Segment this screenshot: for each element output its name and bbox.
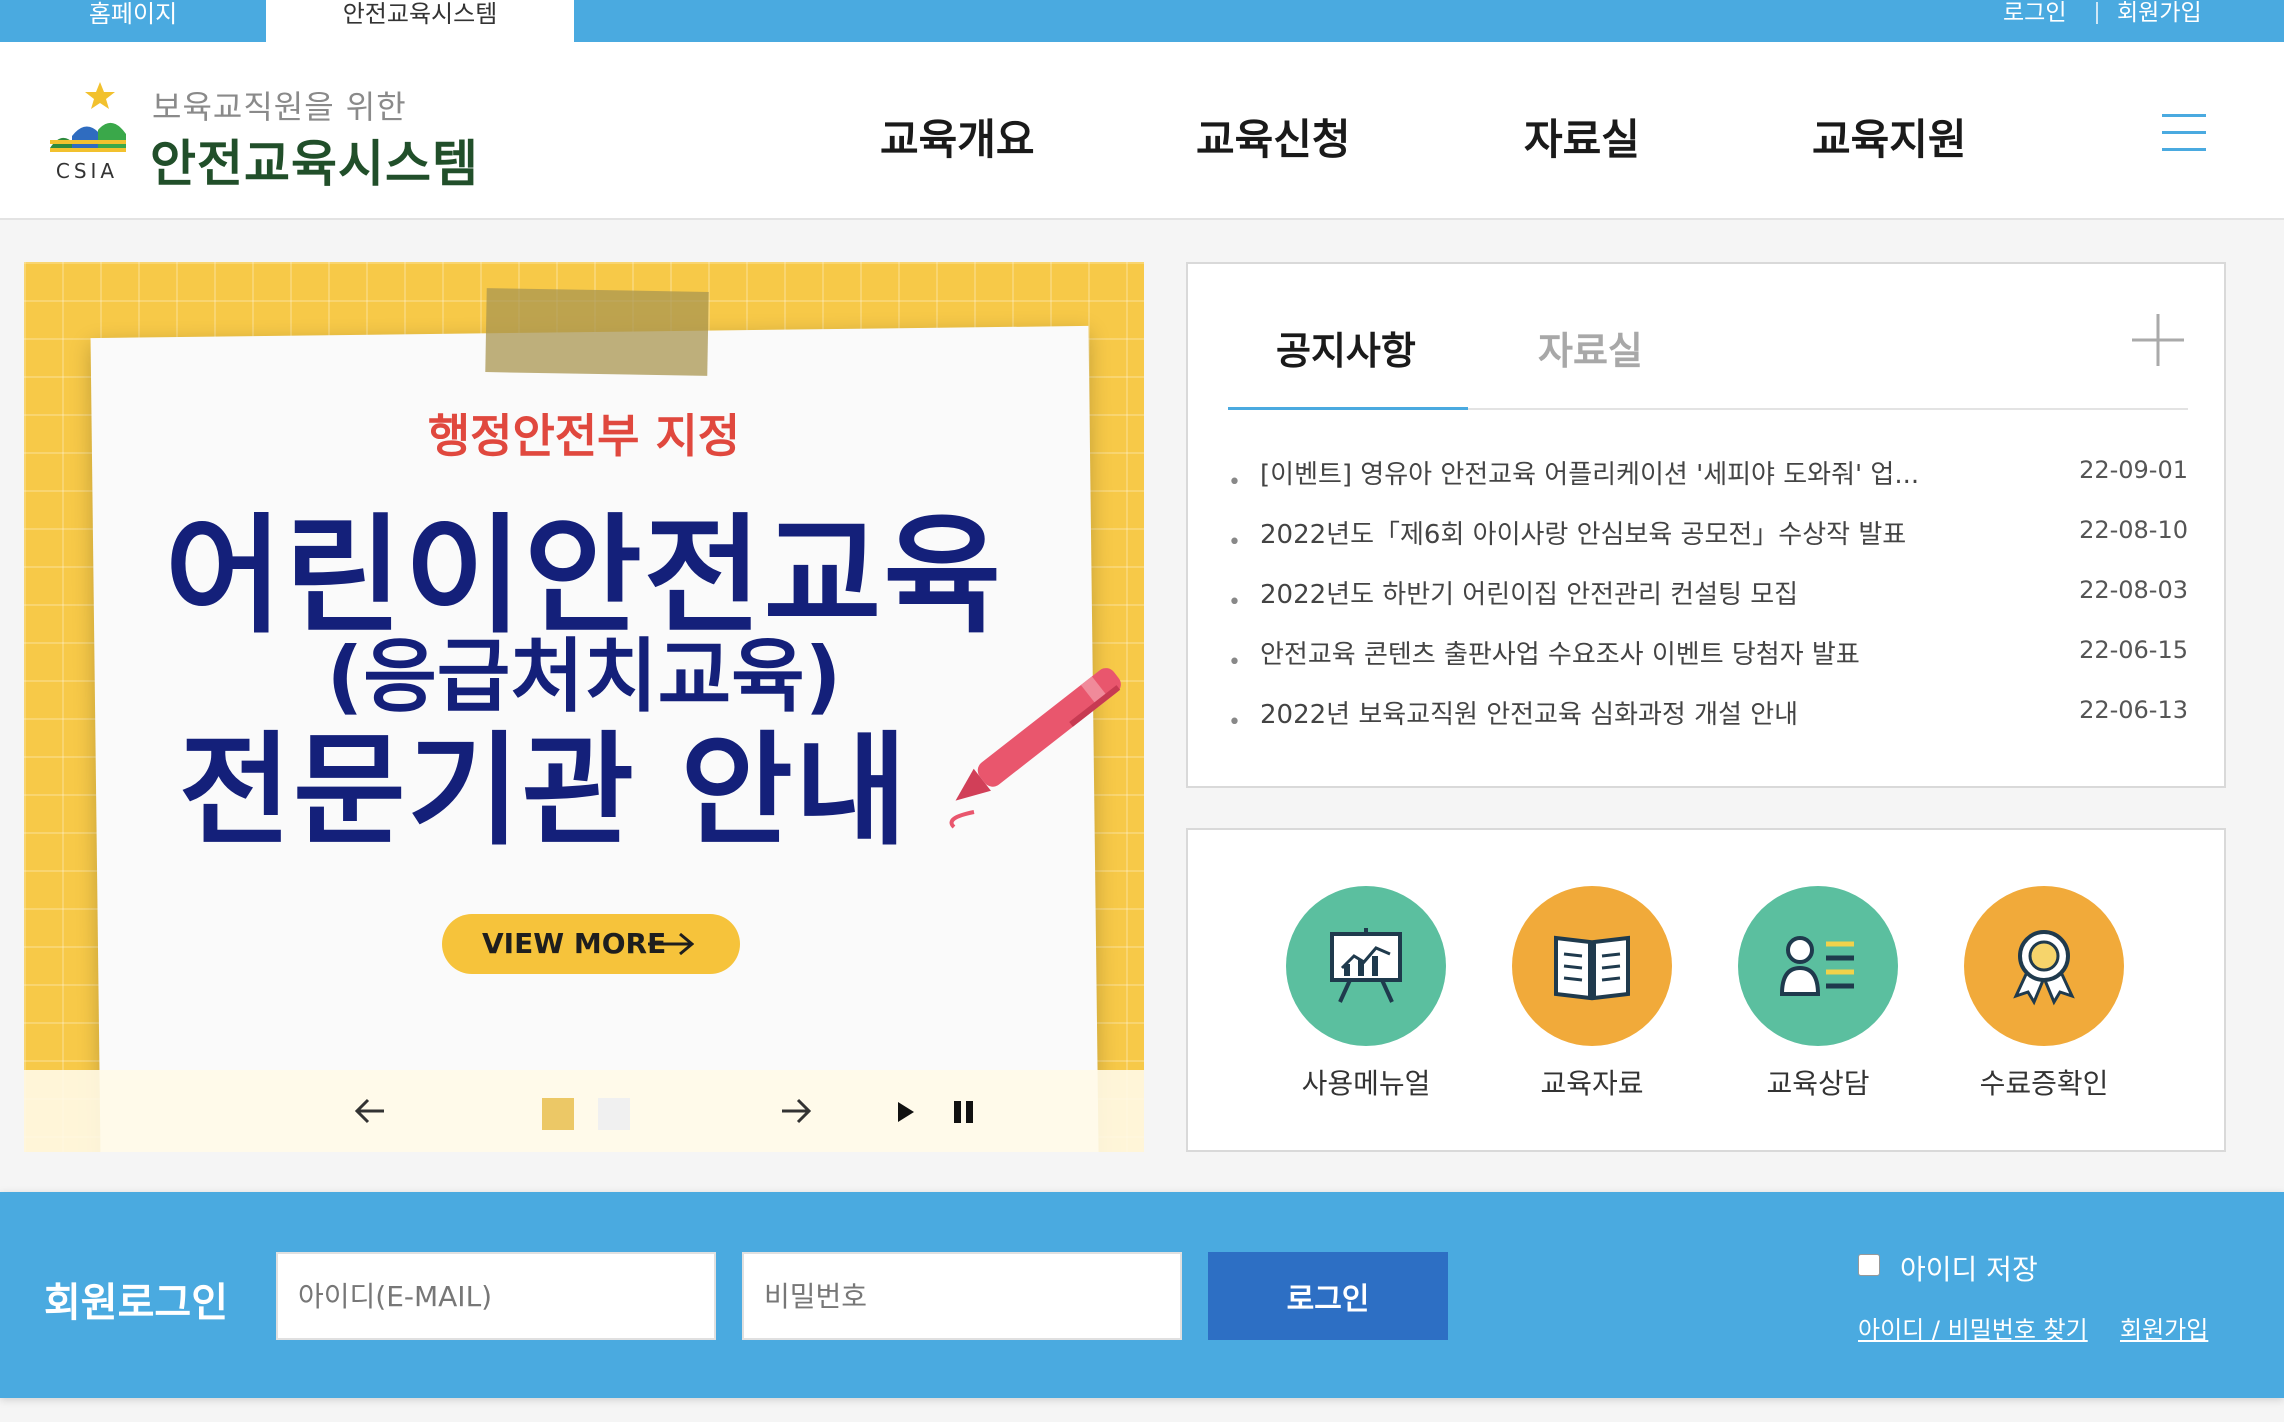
logo-title[interactable]: 안전교육시스템	[150, 124, 479, 196]
slide-indicator-1[interactable]	[542, 1098, 574, 1130]
award-icon	[2013, 930, 2075, 1006]
login-button[interactable]: 로그인	[1208, 1252, 1448, 1340]
main-banner[interactable]: 행정안전부 지정 어린이안전교육 (응급처치교육) 전문기관 안내 VIEW M…	[24, 262, 1144, 1152]
notice-title[interactable]: [이벤트] 영유아 안전교육 어플리케이션 '세피야 도와줘' 업...	[1260, 454, 2000, 491]
nav-library[interactable]: 자료실	[1524, 106, 1640, 167]
notice-title[interactable]: 2022년도 하반기 어린이집 안전관리 컨설팅 모집	[1260, 574, 2000, 611]
notice-panel: 공지사항 자료실 • [이벤트] 영유아 안전교육 어플리케이션 '세피야 도와…	[1186, 262, 2226, 788]
nav-education-apply[interactable]: 교육신청	[1196, 106, 1351, 167]
quick-circle	[1738, 886, 1898, 1046]
presentation-icon	[1330, 928, 1402, 1003]
view-more-button[interactable]: VIEW MORE	[442, 914, 740, 974]
banner-tape	[485, 288, 709, 376]
slider-controls	[24, 1070, 1144, 1152]
notice-date: 22-08-10	[2079, 516, 2188, 544]
consult-icon	[1779, 936, 1854, 996]
quick-label: 교육자료	[1540, 1067, 1644, 1100]
tab-active-indicator	[1228, 407, 1468, 410]
list-item[interactable]: • 2022년도「제6회 아이사랑 안심보육 공모전」수상작 발표 22-08-…	[1228, 514, 2188, 574]
find-id-password-link[interactable]: 아이디 / 비밀번호 찾기	[1858, 1310, 2088, 1345]
quick-circle	[1286, 886, 1446, 1046]
list-item[interactable]: • [이벤트] 영유아 안전교육 어플리케이션 '세피야 도와줘' 업... 2…	[1228, 454, 2188, 514]
top-bar: 홈페이지 안전교육시스템 로그인 회원가입	[0, 0, 2284, 42]
quick-item-manual[interactable]: 사용메뉴얼	[1286, 886, 1446, 1102]
bullet-icon: •	[1228, 470, 1241, 495]
quick-circle	[1512, 886, 1672, 1046]
logo-subtitle: 보육교직원을 위한	[152, 88, 407, 126]
bullet-icon: •	[1228, 530, 1241, 555]
slide-indicator-2[interactable]	[598, 1098, 630, 1130]
id-input[interactable]	[276, 1252, 716, 1340]
notice-date: 22-06-15	[2079, 636, 2188, 664]
list-item[interactable]: • 2022년 보육교직원 안전교육 심화과정 개설 안내 22-06-13	[1228, 694, 2188, 754]
slide-next-icon[interactable]	[780, 1096, 812, 1126]
password-input[interactable]	[742, 1252, 1182, 1340]
checkbox-box[interactable]	[1858, 1254, 1880, 1276]
notice-date: 22-08-03	[2079, 576, 2188, 604]
csia-logo-icon[interactable]: CSIA	[42, 78, 132, 188]
bullet-icon: •	[1228, 710, 1241, 735]
pen-icon	[949, 668, 1121, 829]
save-id-checkbox[interactable]: 아이디 저장	[1858, 1248, 2038, 1288]
quick-menu: 사용메뉴얼 교육자료 교육상담 수료증확인	[1186, 828, 2226, 1152]
list-item[interactable]: • 안전교육 콘텐츠 출판사업 수요조사 이벤트 당첨자 발표 22-06-15	[1228, 634, 2188, 694]
notice-list: • [이벤트] 영유아 안전교육 어플리케이션 '세피야 도와줘' 업... 2…	[1228, 454, 2188, 754]
logo-mark-text: CSIA	[56, 159, 118, 183]
quick-circle	[1964, 886, 2124, 1046]
site-header: CSIA 보육교직원을 위한 안전교육시스템 교육개요 교육신청 자료실 교육지…	[0, 42, 2284, 220]
plus-more-icon[interactable]	[2132, 314, 2184, 366]
arrow-right-icon	[648, 932, 694, 956]
bullet-icon: •	[1228, 590, 1241, 615]
nav-education-support[interactable]: 교육지원	[1812, 106, 1967, 167]
notice-title[interactable]: 2022년도「제6회 아이사랑 안심보육 공모전」수상작 발표	[1260, 514, 2000, 551]
quick-item-certificate[interactable]: 수료증확인	[1964, 886, 2124, 1102]
banner-subtitle: 행정안전부 지정	[427, 409, 741, 463]
view-more-label: VIEW MORE	[482, 927, 667, 960]
slide-prev-icon[interactable]	[354, 1096, 386, 1126]
hamburger-menu-icon[interactable]	[2162, 110, 2206, 156]
play-icon[interactable]	[894, 1098, 918, 1126]
nav-education-overview[interactable]: 교육개요	[880, 106, 1035, 167]
tab-notice[interactable]: 공지사항	[1276, 320, 1416, 375]
save-id-label: 아이디 저장	[1900, 1253, 2038, 1286]
bullet-icon: •	[1228, 650, 1241, 675]
notice-date: 22-06-13	[2079, 696, 2188, 724]
notice-title[interactable]: 2022년 보육교직원 안전교육 심화과정 개설 안내	[1260, 694, 2000, 731]
tab-homepage[interactable]: 홈페이지	[0, 0, 266, 42]
book-icon	[1554, 935, 1630, 1001]
tab-library[interactable]: 자료실	[1538, 320, 1643, 375]
quick-item-materials[interactable]: 교육자료	[1512, 886, 1672, 1102]
quick-label: 교육상담	[1766, 1067, 1870, 1100]
notice-title[interactable]: 안전교육 콘텐츠 출판사업 수요조사 이벤트 당첨자 발표	[1260, 634, 2000, 671]
quick-label: 수료증확인	[1979, 1067, 2109, 1100]
top-divider	[2096, 2, 2098, 24]
join-link[interactable]: 회원가입	[2120, 1310, 2208, 1345]
quick-item-consult[interactable]: 교육상담	[1738, 886, 1898, 1102]
quick-label: 사용메뉴얼	[1301, 1067, 1431, 1100]
login-title: 회원로그인	[44, 1280, 228, 1326]
top-login-link[interactable]: 로그인	[2003, 0, 2066, 26]
tab-safety-system[interactable]: 안전교육시스템	[266, 0, 574, 42]
pause-icon[interactable]	[952, 1098, 976, 1126]
notice-date: 22-09-01	[2079, 456, 2188, 484]
member-login-bar: 회원로그인 로그인 아이디 저장 아이디 / 비밀번호 찾기 회원가입	[0, 1192, 2284, 1398]
top-join-link[interactable]: 회원가입	[2117, 0, 2202, 26]
list-item[interactable]: • 2022년도 하반기 어린이집 안전관리 컨설팅 모집 22-08-03	[1228, 574, 2188, 634]
